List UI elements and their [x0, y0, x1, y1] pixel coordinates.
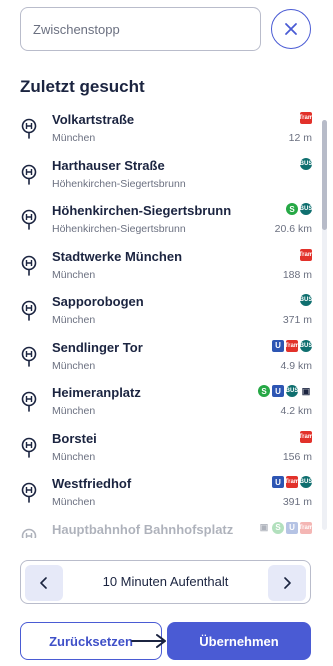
recent-searches-list: Volkartstraße München 12 m Tram Harthauser S…	[0, 106, 322, 538]
tram-badge-icon: Tram	[285, 476, 299, 488]
chevron-right-icon	[284, 577, 291, 589]
recent-item[interactable]: Sendlinger Tor München 4.9 km U Tram BUS	[0, 334, 322, 380]
train-badge-icon: ▣	[259, 522, 269, 532]
stop-pin-icon	[21, 346, 37, 367]
recent-item[interactable]: Westfriedhof München 391 m U Tram BUS	[0, 470, 322, 516]
recent-item-name: Höhenkirchen-Siegertsbrunn	[52, 203, 232, 218]
recent-item-distance: 4.9 km	[280, 359, 312, 372]
stop-pin-icon	[21, 528, 37, 538]
recent-item-place: München	[52, 268, 96, 281]
s-badge-icon: S	[286, 203, 298, 215]
recent-item[interactable]: Hauptbahnhof Bahnhofsplatz ▣ S U Tram	[0, 516, 322, 538]
stop-pin-icon	[21, 209, 37, 230]
stop-pin-icon	[21, 482, 37, 503]
recent-item-distance: 20.6 km	[274, 223, 312, 235]
tram-badge-icon: Tram	[299, 521, 313, 534]
u-badge-icon: U	[286, 521, 298, 534]
stopover-search-bar	[0, 0, 333, 60]
tram-badge-icon: Tram	[299, 248, 313, 261]
recent-item-distance: 391 m	[282, 496, 312, 508]
increase-stay-button[interactable]	[268, 565, 306, 601]
recent-item-name: Volkartstraße	[52, 112, 135, 127]
recent-item-name: Harthauser Straße	[52, 157, 165, 173]
recent-item-place: München	[52, 132, 96, 144]
recent-item-name: Sapporobogen	[52, 294, 144, 309]
recent-item-name: Stadtwerke München	[52, 248, 183, 264]
recent-item-place: München	[52, 359, 96, 372]
recent-item-place: München	[52, 314, 96, 326]
recent-item-distance: 188 m	[282, 268, 312, 281]
stop-pin-icon	[21, 391, 37, 412]
recent-item[interactable]: Höhenkirchen-Siegertsbrunn Höhenkirchen-S…	[0, 197, 322, 243]
bus-badge-icon: BUS	[286, 385, 298, 397]
tram-badge-icon: Tram	[285, 339, 299, 352]
close-icon	[285, 23, 297, 35]
bus-badge-icon: BUS	[300, 476, 312, 488]
recent-item-name: Heimeranplatz	[52, 385, 141, 400]
recent-item[interactable]: Stadtwerke München München 188 m Tram	[0, 243, 322, 289]
stop-pin-icon	[21, 437, 37, 458]
recent-item-distance: 371 m	[282, 314, 312, 326]
transport-modes: U Tram BUS	[272, 476, 312, 488]
recent-item-place: Höhenkirchen-Siegertsbrunn	[52, 177, 186, 190]
transport-modes: Tram	[299, 112, 313, 124]
stopover-input[interactable]	[20, 7, 261, 51]
transport-modes: ▣ S U Tram	[258, 521, 313, 534]
transport-modes: S BUS	[286, 203, 312, 215]
arrow-icon	[131, 634, 166, 648]
scrollbar-thumb[interactable]	[322, 120, 327, 230]
apply-button[interactable]: Übernehmen	[167, 622, 311, 660]
recent-item-name: Sendlinger Tor	[52, 339, 143, 355]
recent-item-place: München	[52, 450, 96, 463]
recent-item-name: Westfriedhof	[52, 476, 132, 491]
transport-modes: U Tram BUS	[272, 339, 312, 352]
recent-item-name: Borstei	[52, 430, 97, 446]
stay-duration-stepper: 10 Minuten Aufenthalt	[20, 560, 311, 604]
transport-modes: Tram	[299, 430, 313, 443]
recent-searches-heading: Zuletzt gesucht	[20, 77, 145, 96]
recent-item-distance: 12 m	[288, 132, 312, 144]
s-badge-icon: S	[258, 385, 270, 397]
recent-item-place: München	[52, 496, 96, 508]
bus-badge-icon: BUS	[300, 294, 312, 306]
stay-duration-label: 10 Minuten Aufenthalt	[102, 574, 229, 589]
recent-item[interactable]: Borstei München 156 m Tram	[0, 425, 322, 471]
list-scrollbar[interactable]	[322, 120, 327, 530]
recent-item[interactable]: Heimeranplatz München 4.2 km S U BUS ▣	[0, 379, 322, 425]
recent-item[interactable]: Harthauser Straße Höhenkirchen-Siegertsbr…	[0, 152, 322, 198]
recent-item[interactable]: Sapporobogen München 371 m BUS	[0, 288, 322, 334]
recent-item-distance: 4.2 km	[280, 405, 312, 417]
transport-modes: BUS	[300, 294, 312, 306]
tram-badge-icon: Tram	[299, 112, 313, 124]
bus-badge-icon: BUS	[300, 339, 312, 352]
recent-item-place: Höhenkirchen-Siegertsbrunn	[52, 223, 186, 235]
u-badge-icon: U	[272, 385, 284, 397]
recent-item-place: München	[52, 405, 96, 417]
tram-badge-icon: Tram	[299, 430, 313, 443]
stop-pin-icon	[21, 164, 37, 185]
s-badge-icon: S	[272, 521, 284, 534]
bus-badge-icon: BUS	[300, 203, 312, 215]
recent-item-distance: 156 m	[282, 450, 312, 463]
transport-modes: Tram	[299, 248, 313, 261]
transport-modes: S U BUS ▣	[258, 385, 312, 397]
u-badge-icon: U	[272, 339, 284, 352]
u-badge-icon: U	[272, 476, 284, 488]
stop-pin-icon	[21, 255, 37, 276]
transport-modes: BUS	[300, 157, 312, 170]
recent-item[interactable]: Volkartstraße München 12 m Tram	[0, 106, 322, 152]
bus-badge-icon: BUS	[300, 157, 312, 170]
train-badge-icon: ▣	[301, 385, 311, 396]
close-button[interactable]	[271, 9, 311, 49]
stop-pin-icon	[21, 118, 37, 139]
recent-item-name: Hauptbahnhof Bahnhofsplatz	[52, 521, 234, 537]
stop-pin-icon	[21, 300, 37, 321]
